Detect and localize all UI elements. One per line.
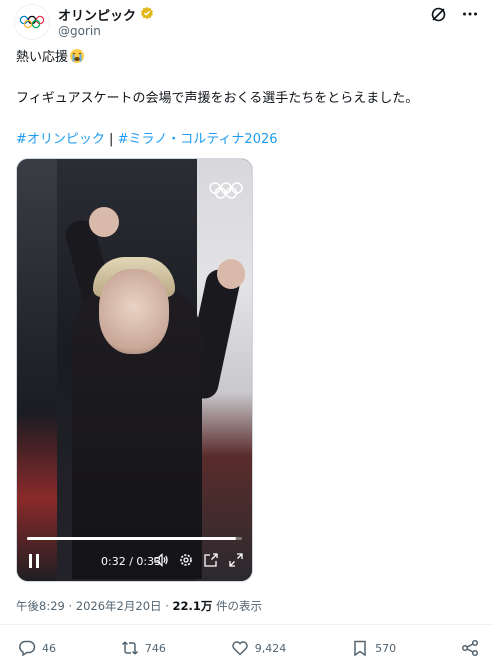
fullscreen-icon[interactable] [228,552,244,572]
picture-in-picture-icon[interactable] [203,552,219,572]
avatar[interactable] [14,4,50,40]
share-button[interactable] [461,639,479,657]
verified-badge-icon [140,5,154,24]
header-actions [429,5,479,23]
action-bar: 46 746 9,424 570 [18,638,479,658]
display-name[interactable]: オリンピック [58,5,136,24]
like-button[interactable]: 9,424 [231,639,287,657]
post-header: オリンピック @gorin [14,2,479,46]
video-player[interactable]: 0:32 / 0:33 [16,158,253,582]
hashtag-separator: | [109,132,114,147]
divider [0,624,493,625]
hashtag-milano-cortina[interactable]: #ミラノ・コルティナ2026 [118,132,278,147]
video-figure-hand-left [89,207,119,237]
video-frame-background-left [17,159,57,581]
repost-count: 746 [144,641,166,655]
crying-face-emoji-icon [69,48,85,70]
like-count: 9,424 [254,641,287,655]
share-icon [461,639,479,657]
reply-button[interactable]: 46 [18,639,56,657]
bookmark-icon [354,640,366,657]
author-handle[interactable]: @gorin [58,24,101,38]
olympic-rings-watermark-icon [209,182,243,199]
hashtag-olympics[interactable]: #オリンピック [16,132,105,147]
post-text: 熱い応援 [16,50,69,65]
video-progress-bar[interactable] [27,537,242,540]
video-figure-hand-right [217,259,245,289]
author-name-row: オリンピック [58,5,154,24]
grok-icon[interactable] [429,5,447,23]
olympic-rings-icon [19,15,45,29]
reply-icon [19,640,36,657]
hashtag-row: #オリンピック | #ミラノ・コルティナ2026 [16,128,278,147]
repost-button[interactable]: 746 [121,639,166,657]
volume-icon[interactable] [153,552,169,572]
more-options-icon[interactable] [461,5,479,23]
video-control-icons [153,552,244,572]
view-count-suffix: 件の表示 [212,599,263,613]
video-figure-face [99,269,169,354]
post-text-line1: 熱い応援 [16,48,85,70]
repost-icon [121,641,138,655]
settings-gear-icon[interactable] [178,552,194,572]
bookmark-button[interactable]: 570 [351,639,396,657]
pause-icon[interactable] [27,553,41,573]
heart-icon [232,641,248,656]
bookmark-count: 570 [375,641,397,655]
video-controls: 0:32 / 0:33 [17,549,252,575]
post-text-line2: フィギュアスケートの会場で声援をおくる選手たちをとらえました。 [16,91,419,106]
view-count: 22.1万 [172,599,213,613]
post-timestamp[interactable]: 午後8:29 · 2026年2月20日 · [16,599,172,613]
post-meta: 午後8:29 · 2026年2月20日 · 22.1万 件の表示 [16,598,262,614]
video-progress-fill [27,537,236,540]
reply-count: 46 [42,641,56,655]
